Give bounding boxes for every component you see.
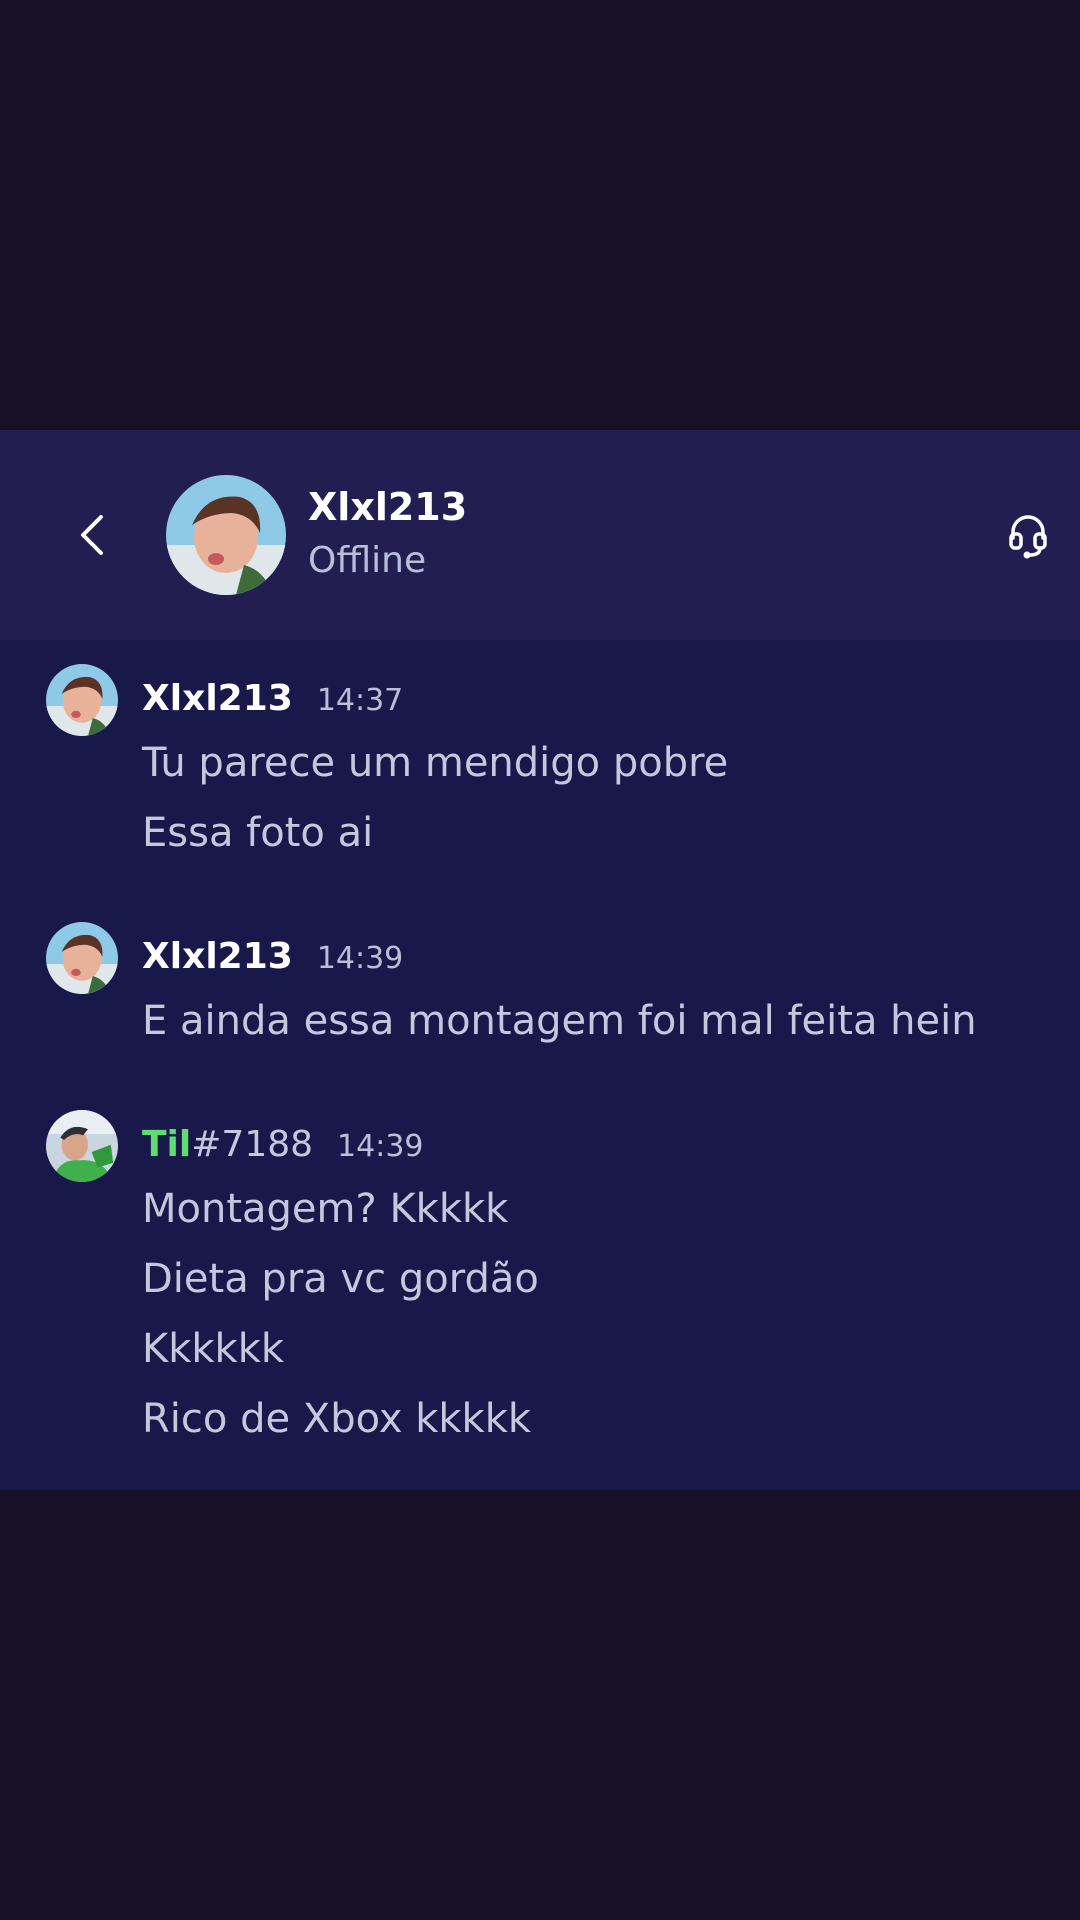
contact-name: Xlxl213 <box>308 485 468 529</box>
message-text: Dieta pra vc gordão <box>142 1256 539 1302</box>
contact-status: Offline <box>308 540 427 581</box>
message-text: Tu parece um mendigo pobre <box>142 740 729 786</box>
message-timestamp: 14:39 <box>337 1129 424 1164</box>
message-text: Montagem? Kkkkk <box>142 1186 509 1232</box>
message-timestamp: 14:39 <box>316 941 404 976</box>
back-button[interactable] <box>60 500 124 570</box>
voice-call-button[interactable] <box>1000 508 1056 564</box>
headset-icon <box>1009 515 1047 559</box>
message-author[interactable]: Xlxl213 <box>142 936 293 977</box>
message-timestamp: 14:37 <box>316 683 404 718</box>
top-letterbox <box>0 0 1080 430</box>
message-group: Til #7188 14:39 Montagem? Kkkkk Dieta pr… <box>0 1110 1080 1470</box>
avatar[interactable] <box>166 475 286 595</box>
message-group: Xlxl213 14:39 E ainda essa montagem foi … <box>0 922 1080 1062</box>
author-discriminator: #7188 <box>191 1124 314 1165</box>
avatar[interactable] <box>46 922 118 994</box>
chat-header: Xlxl213 Offline <box>0 430 1080 640</box>
message-header: Til #7188 14:39 <box>142 1124 424 1165</box>
avatar[interactable] <box>46 1110 118 1182</box>
message-text: Rico de Xbox kkkkk <box>142 1396 532 1442</box>
chat-screen: Xlxl213 Offline Xlxl213 14:37 Tu parece … <box>0 430 1080 1490</box>
message-header: Xlxl213 14:37 <box>142 678 403 719</box>
message-text: Essa foto ai <box>142 810 374 856</box>
message-group: Xlxl213 14:37 Tu parece um mendigo pobre… <box>0 664 1080 864</box>
message-author[interactable]: Xlxl213 <box>142 678 293 719</box>
message-header: Xlxl213 14:39 <box>142 936 403 977</box>
message-text: Kkkkkk <box>142 1326 285 1372</box>
message-list: Xlxl213 14:37 Tu parece um mendigo pobre… <box>0 640 1080 1490</box>
bottom-letterbox <box>0 1490 1080 1920</box>
message-text: E ainda essa montagem foi mal feita hein <box>142 998 977 1044</box>
message-author[interactable]: Til <box>142 1124 191 1165</box>
avatar[interactable] <box>46 664 118 736</box>
chevron-left-icon <box>81 515 103 555</box>
